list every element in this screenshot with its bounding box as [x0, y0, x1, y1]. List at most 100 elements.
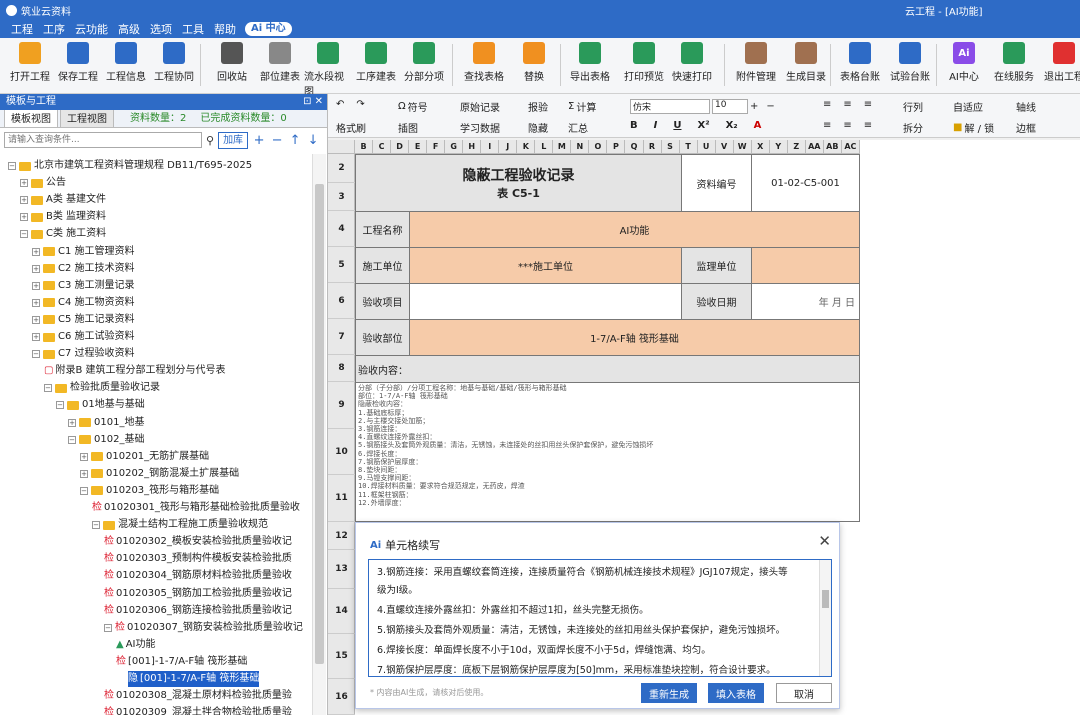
row-header-cell[interactable]: 3: [328, 183, 355, 211]
collapse-icon[interactable]: −: [92, 521, 100, 530]
inspection-item-value[interactable]: [409, 283, 682, 320]
superscript-icon[interactable]: X²: [697, 120, 709, 131]
row-header-cell[interactable]: 4: [328, 211, 355, 247]
row-header-cell[interactable]: 6: [328, 283, 355, 319]
expand-icon[interactable]: +: [32, 333, 40, 341]
subdivision-button[interactable]: 分部分项: [400, 42, 448, 83]
tree-item[interactable]: 检 01020309_混凝土拌合物检验批质量验: [104, 705, 292, 715]
collapse-icon[interactable]: −: [104, 623, 112, 632]
tree-item[interactable]: − C7 过程验收资料: [32, 346, 135, 362]
align-bottom-icon[interactable]: ≡: [864, 120, 872, 131]
hide-button[interactable]: 隐藏: [528, 120, 548, 135]
collapse-icon[interactable]: −: [20, 230, 28, 239]
column-header-cell[interactable]: B: [355, 140, 374, 153]
row-header-cell[interactable]: 5: [328, 247, 355, 283]
tree-item[interactable]: 检 01020308_混凝土原材料检验批质量验: [104, 688, 292, 704]
column-header-cell[interactable]: J: [499, 140, 518, 153]
column-header-cell[interactable]: X: [752, 140, 770, 153]
expand-icon[interactable]: +: [32, 281, 40, 290]
menu-0[interactable]: 工程: [6, 21, 38, 37]
column-header-cell[interactable]: Z: [788, 140, 806, 153]
menu-5[interactable]: 工具: [177, 21, 209, 37]
inspection-content-cell[interactable]: 分部（子分部）/分项工程名称：地基与基础/基础/筏形与箱形基础 部位：1-7/A-…: [355, 382, 860, 522]
online-service-button[interactable]: 在线服务: [990, 42, 1038, 83]
illustration-button[interactable]: 插图: [398, 120, 418, 135]
column-header-cell[interactable]: K: [517, 140, 536, 153]
increase-size-icon[interactable]: +: [750, 101, 758, 112]
corner-cell[interactable]: [328, 140, 355, 153]
align-justify-icon[interactable]: ≡: [823, 120, 831, 131]
scrollbar-thumb[interactable]: [315, 184, 324, 664]
find-table-button[interactable]: 查找表格: [460, 42, 508, 83]
collapse-icon[interactable]: −: [68, 435, 76, 444]
tree-item[interactable]: − 北京市建筑工程资料管理规程 DB11/T695-2025: [8, 158, 252, 174]
column-header-cell[interactable]: C: [373, 140, 392, 153]
column-header-cell[interactable]: Q: [625, 140, 644, 153]
row-header-cell[interactable]: 10: [328, 429, 355, 475]
column-header-cell[interactable]: R: [644, 140, 662, 153]
menu-1[interactable]: 工序: [38, 21, 70, 37]
expand-icon[interactable]: +: [80, 452, 88, 461]
column-header-cell[interactable]: P: [607, 140, 626, 153]
tree-item[interactable]: − 检验批质量验收记录: [44, 380, 160, 396]
align-middle-icon[interactable]: ≡: [843, 120, 851, 131]
column-header-cell[interactable]: E: [409, 140, 428, 153]
expand-icon[interactable]: +: [80, 469, 88, 478]
tab-template-view[interactable]: 模板视图: [4, 107, 58, 127]
underline-icon[interactable]: U: [673, 120, 681, 131]
tree-item[interactable]: − 010203_筏形与箱形基础: [80, 483, 219, 499]
row-header-cell[interactable]: 2: [328, 154, 355, 183]
expand-icon[interactable]: +: [20, 213, 28, 222]
tree-item[interactable]: 检 01020302_模板安装检验批质量验收记: [104, 534, 292, 550]
axis-button[interactable]: 轴线: [1016, 99, 1036, 114]
regenerate-button[interactable]: 重新生成: [641, 683, 697, 703]
border-button[interactable]: 边框: [1016, 120, 1036, 135]
tree-item[interactable]: − 0102_基础: [68, 432, 144, 448]
add-icon[interactable]: +: [252, 133, 266, 148]
font-color-icon[interactable]: A: [754, 120, 762, 131]
inspection-part-value[interactable]: 1-7/A-F轴 筏形基础: [409, 319, 860, 356]
generate-catalog-button[interactable]: 生成目录: [782, 42, 830, 83]
column-header-cell[interactable]: W: [734, 140, 752, 153]
tree-item[interactable]: ▲ AI功能: [116, 637, 156, 653]
expand-icon[interactable]: +: [68, 418, 76, 427]
ai-center-button[interactable]: Ai AI中心: [940, 42, 988, 83]
tree-item[interactable]: 检 [001]-1-7/A-F轴 筏形基础: [116, 654, 247, 670]
add-library-button[interactable]: 加库: [218, 131, 249, 149]
remove-icon[interactable]: −: [270, 133, 284, 148]
autofit-button[interactable]: 自适应: [953, 99, 983, 114]
form-title-cell[interactable]: 隐蔽工程验收记录 表 C5-1: [355, 154, 682, 212]
collapse-icon[interactable]: −: [80, 486, 88, 495]
report-button[interactable]: 报验: [528, 99, 548, 114]
column-header-cell[interactable]: G: [445, 140, 464, 153]
tree-item[interactable]: + C4 施工物资资料: [32, 295, 135, 311]
doc-no-value[interactable]: 01-02-C5-001: [751, 154, 860, 212]
format-brush-button[interactable]: 格式刷: [336, 120, 366, 135]
tree-item[interactable]: − 检 01020307_钢筋安装检验批质量验收记: [104, 620, 303, 636]
tree-item[interactable]: − 01地基与基础: [56, 397, 145, 413]
column-header-cell[interactable]: Y: [770, 140, 788, 153]
menu-4[interactable]: 选项: [145, 21, 177, 37]
open-project-button[interactable]: 打开工程: [6, 42, 54, 83]
column-header-cell[interactable]: D: [391, 140, 410, 153]
tree-item[interactable]: − 混凝土结构工程施工质量验收规范: [92, 517, 268, 533]
subscript-icon[interactable]: X₂: [726, 120, 738, 131]
collapse-icon[interactable]: −: [32, 350, 40, 359]
italic-icon[interactable]: I: [654, 120, 658, 131]
tree-item[interactable]: + C6 施工试验资料: [32, 329, 135, 345]
move-up-icon[interactable]: ↑: [288, 133, 302, 148]
column-header-cell[interactable]: M: [553, 140, 572, 153]
split-button[interactable]: 拆分: [903, 120, 923, 135]
tree-item[interactable]: + C5 施工记录资料: [32, 312, 135, 328]
print-preview-button[interactable]: 打印预览: [620, 42, 668, 83]
collapse-icon[interactable]: −: [8, 162, 16, 170]
decrease-size-icon[interactable]: −: [766, 101, 774, 112]
tree-search-input[interactable]: [4, 132, 202, 148]
process-build-table-button[interactable]: 工序建表: [352, 42, 400, 83]
undo-icon[interactable]: ↶: [336, 99, 344, 110]
column-header-cell[interactable]: AB: [824, 140, 842, 153]
tree-item[interactable]: 检 01020303_预制构件模板安装检验批质: [104, 551, 292, 567]
align-right-icon[interactable]: ≡: [864, 99, 872, 110]
row-header-cell[interactable]: 13: [328, 550, 355, 589]
project-info-button[interactable]: 工程信息: [102, 42, 150, 83]
